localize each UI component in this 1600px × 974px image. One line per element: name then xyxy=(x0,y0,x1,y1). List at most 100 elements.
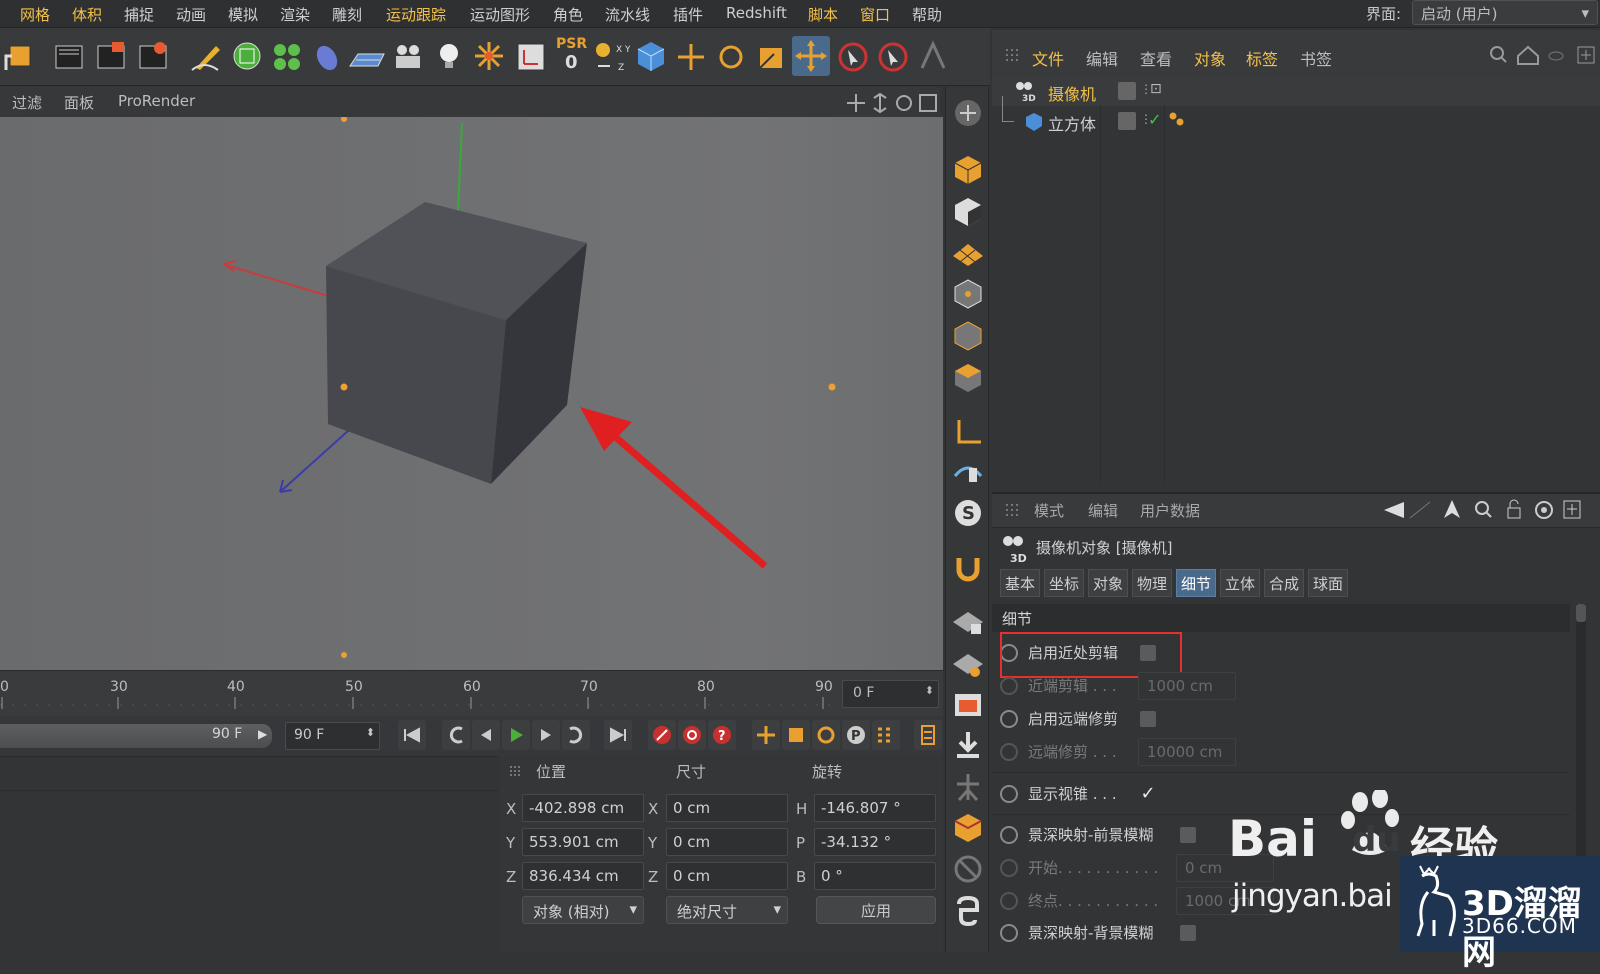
python-icon[interactable] xyxy=(951,894,985,928)
camera-handle-icon[interactable] xyxy=(341,116,347,122)
tab-object[interactable]: 对象 xyxy=(1088,569,1129,597)
am-menu-userdata[interactable]: 用户数据 xyxy=(1140,500,1200,521)
key-pla-icon[interactable] xyxy=(872,720,900,750)
viewport-menu-filter[interactable]: 过滤 xyxy=(12,92,42,113)
prev-key-icon[interactable] xyxy=(442,720,470,750)
om-header-icons[interactable] xyxy=(1488,44,1598,66)
object-row-cube[interactable]: 立方体 ⋮ ✓ xyxy=(1000,96,1300,136)
om-menu-edit[interactable]: 编辑 xyxy=(1086,46,1118,70)
target-tag-icon[interactable]: ⊡ xyxy=(1150,81,1162,97)
disabled-circle-icon[interactable] xyxy=(951,852,985,886)
subdivision-icon[interactable] xyxy=(228,36,266,76)
play-icon[interactable] xyxy=(502,720,530,750)
tag-dots-icon[interactable] xyxy=(1168,110,1188,130)
position-x-field[interactable]: -402.898 cm xyxy=(522,794,644,822)
prop-far-clip[interactable]: 远端修剪 . . . xyxy=(1000,741,1117,762)
camera-handle-icon[interactable] xyxy=(340,383,348,391)
render-region-icon[interactable] xyxy=(951,688,985,722)
rotation-p-field[interactable]: -34.132 ° xyxy=(814,828,936,856)
om-menu-objects[interactable]: 对象 xyxy=(1194,46,1226,70)
size-x-field[interactable]: 0 cm xyxy=(666,794,788,822)
cube-object[interactable] xyxy=(326,202,587,484)
grid-workplane-icon[interactable] xyxy=(951,646,985,680)
tab-coord[interactable]: 坐标 xyxy=(1044,569,1085,597)
goto-end-icon[interactable] xyxy=(604,720,632,750)
enabled-check-icon[interactable]: ✓ xyxy=(1148,110,1161,129)
menu-snap[interactable]: 捕捉 xyxy=(124,4,154,25)
floor-icon[interactable] xyxy=(348,36,386,76)
grip-icon[interactable] xyxy=(1004,502,1020,518)
attribute-scrollbar[interactable] xyxy=(1576,604,1586,874)
tab-physical[interactable]: 物理 xyxy=(1132,569,1173,597)
om-menu-tags[interactable]: 标签 xyxy=(1246,46,1278,70)
animate-radio-icon[interactable] xyxy=(1000,784,1018,803)
layer-swatch-icon[interactable] xyxy=(1118,82,1136,100)
end-frame-field[interactable]: 90 F ⬍ xyxy=(285,722,380,750)
next-frame-icon[interactable] xyxy=(532,720,560,750)
tab-details[interactable]: 细节 xyxy=(1176,569,1217,597)
menu-window[interactable]: 窗口 xyxy=(860,4,890,25)
menu-mograph[interactable]: 运动图形 xyxy=(470,4,530,25)
animate-radio-icon[interactable] xyxy=(1000,891,1018,910)
tab-stereo[interactable]: 立体 xyxy=(1220,569,1261,597)
rotation-b-field[interactable]: 0 ° xyxy=(814,862,936,890)
grip-icon[interactable] xyxy=(508,764,522,778)
animate-radio-icon[interactable] xyxy=(1000,709,1018,728)
current-frame-field[interactable]: 0 F ⬍ xyxy=(842,680,939,708)
cloner-icon[interactable] xyxy=(268,36,306,76)
object-mode-icon[interactable] xyxy=(951,152,985,186)
camera-handle-icon[interactable] xyxy=(828,383,836,391)
om-menu-bookmarks[interactable]: 书签 xyxy=(1300,46,1332,70)
cube-object-icon[interactable] xyxy=(632,36,670,76)
prev-frame-icon[interactable] xyxy=(472,720,500,750)
rotate-icon[interactable] xyxy=(712,36,750,76)
viewport-nav-icons[interactable] xyxy=(846,92,942,114)
prop-near-clip[interactable]: 近端剪辑 . . . xyxy=(1000,675,1117,696)
lock-workplane-icon[interactable] xyxy=(951,604,985,638)
prop-dof-start[interactable]: 开始. . . . . . . . . . . xyxy=(1000,857,1158,878)
keyframe-help-icon[interactable]: ? xyxy=(708,720,736,750)
package-icon[interactable] xyxy=(951,810,985,844)
model-mode-icon[interactable] xyxy=(951,96,985,130)
menu-motion-tracking[interactable]: 运动跟踪 xyxy=(386,4,446,25)
om-menu-view[interactable]: 查看 xyxy=(1140,46,1172,70)
goto-start-icon[interactable] xyxy=(398,720,426,750)
move-tool-icon[interactable] xyxy=(792,36,830,76)
far-clip-checkbox[interactable] xyxy=(1140,711,1156,727)
viewport-menu-prorender[interactable]: ProRender xyxy=(118,92,195,110)
far-clip-field[interactable]: 10000 cm xyxy=(1138,738,1236,766)
joint-tool-icon[interactable] xyxy=(914,36,952,76)
grip-icon[interactable] xyxy=(1004,47,1020,63)
scale-tool-icon[interactable] xyxy=(470,36,508,76)
size-z-field[interactable]: 0 cm xyxy=(666,862,788,890)
animate-radio-icon[interactable] xyxy=(1000,676,1018,695)
undo-cube-icon[interactable] xyxy=(2,36,40,76)
tweak-mode-icon[interactable] xyxy=(951,454,985,488)
live-select-icon[interactable] xyxy=(834,36,872,76)
animate-radio-icon[interactable] xyxy=(1000,923,1018,942)
coordinate-mode-select[interactable]: 对象 (相对) ▾ xyxy=(522,896,644,924)
size-y-field[interactable]: 0 cm xyxy=(666,828,788,856)
workplane-icon[interactable] xyxy=(951,234,985,268)
am-menu-mode[interactable]: 模式 xyxy=(1034,500,1064,521)
show-cone-check-icon[interactable]: ✓ xyxy=(1140,785,1156,803)
deformer-icon[interactable] xyxy=(308,36,346,76)
download-icon[interactable] xyxy=(951,728,985,762)
tab-composition[interactable]: 合成 xyxy=(1264,569,1305,597)
menu-render[interactable]: 渲染 xyxy=(280,4,310,25)
rotation-h-field[interactable]: -146.807 ° xyxy=(814,794,936,822)
rect-select-icon[interactable] xyxy=(874,36,912,76)
position-z-field[interactable]: 836.434 cm xyxy=(522,862,644,890)
am-menu-edit[interactable]: 编辑 xyxy=(1088,500,1118,521)
next-key-icon[interactable] xyxy=(562,720,590,750)
record-icon[interactable] xyxy=(648,720,676,750)
menu-mesh[interactable]: 网格 xyxy=(20,4,50,25)
edges-mode-icon[interactable] xyxy=(951,318,985,352)
key-position-icon[interactable] xyxy=(752,720,780,750)
pen-tool-icon[interactable] xyxy=(188,36,226,76)
magnet-snap-icon[interactable] xyxy=(951,550,985,584)
object-row-camera[interactable]: 3D 摄像机 ⋮ ⊡ xyxy=(1000,78,1300,106)
dof-front-checkbox[interactable] xyxy=(1180,827,1196,843)
key-scale-icon[interactable] xyxy=(782,720,810,750)
menu-simulate[interactable]: 模拟 xyxy=(228,4,258,25)
